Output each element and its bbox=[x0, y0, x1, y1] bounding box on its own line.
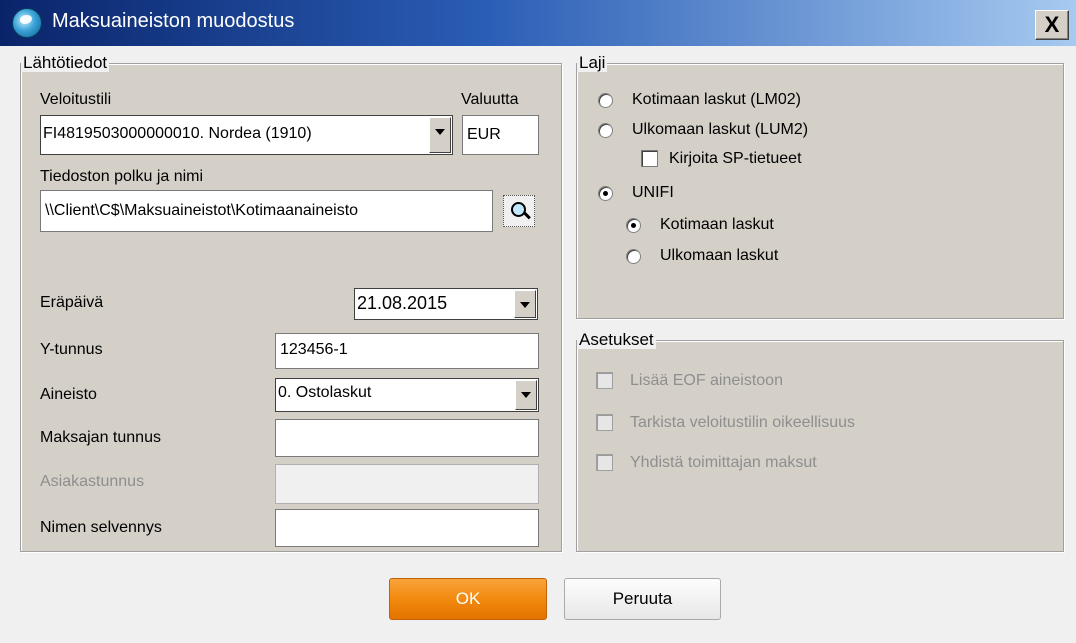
chevron-down-icon[interactable] bbox=[515, 380, 537, 410]
path-value: \\Client\C$\Maksuaineistot\Kotimaanainei… bbox=[45, 202, 359, 219]
ytunnus-field[interactable]: 123456-1 bbox=[275, 333, 539, 369]
close-button[interactable]: X bbox=[1035, 10, 1069, 40]
checkbox-yhdista bbox=[596, 454, 613, 471]
chevron-down-icon[interactable] bbox=[429, 117, 451, 153]
asiakas-label: Asiakastunnus bbox=[40, 473, 145, 490]
nimen-label: Nimen selvennys bbox=[40, 519, 162, 536]
erapaiva-label: Eräpäivä bbox=[40, 294, 104, 311]
erapaiva-picker[interactable]: 21.08.2015 bbox=[354, 288, 538, 320]
laji-title: Laji bbox=[577, 53, 608, 72]
path-label: Tiedoston polku ja nimi bbox=[40, 168, 204, 185]
label-kotimaan-lm02: Kotimaan laskut (LM02) bbox=[632, 91, 801, 108]
app-globe-icon bbox=[12, 8, 42, 38]
label-yhdista: Yhdistä toimittajan maksut bbox=[630, 454, 817, 471]
path-field[interactable]: \\Client\C$\Maksuaineistot\Kotimaanainei… bbox=[40, 190, 493, 232]
checkbox-tarkista bbox=[596, 414, 613, 431]
radio-kotimaan-lm02[interactable] bbox=[598, 93, 613, 108]
lahtotiedot-title: Lähtötiedot bbox=[21, 53, 110, 72]
asiakas-field bbox=[275, 464, 539, 504]
label-kirjoita-sp: Kirjoita SP-tietueet bbox=[669, 150, 802, 167]
valuutta-field[interactable]: EUR bbox=[462, 115, 539, 155]
asetukset-title: Asetukset bbox=[577, 330, 656, 349]
valuutta-value: EUR bbox=[467, 126, 501, 143]
maksajan-label: Maksajan tunnus bbox=[40, 429, 161, 446]
erapaiva-value: 21.08.2015 bbox=[357, 293, 448, 313]
aineisto-value: 0. Ostolaskut bbox=[278, 384, 372, 401]
veloitustili-value: FI4819503000000010. Nordea (1910) bbox=[43, 125, 312, 142]
ytunnus-value: 123456-1 bbox=[280, 341, 348, 358]
label-unifi-kotimaan: Kotimaan laskut bbox=[660, 216, 774, 233]
label-eof: Lisää EOF aineistoon bbox=[630, 372, 783, 389]
label-unifi-ulkomaan: Ulkomaan laskut bbox=[660, 247, 779, 264]
ok-button[interactable]: OK bbox=[389, 578, 547, 620]
radio-unifi[interactable] bbox=[598, 186, 613, 201]
label-ulkomaan-lum2: Ulkomaan laskut (LUM2) bbox=[632, 121, 809, 138]
window-title: Maksuaineiston muodostus bbox=[52, 10, 295, 32]
checkbox-eof bbox=[596, 372, 613, 389]
veloitustili-select[interactable]: FI4819503000000010. Nordea (1910) bbox=[40, 115, 453, 155]
aineisto-select[interactable]: 0. Ostolaskut bbox=[275, 378, 539, 412]
radio-ulkomaan-lum2[interactable] bbox=[598, 123, 613, 138]
ytunnus-label: Y-tunnus bbox=[40, 341, 103, 358]
title-bar[interactable]: Maksuaineiston muodostus X bbox=[0, 0, 1076, 46]
chevron-down-icon[interactable] bbox=[514, 290, 536, 318]
checkbox-kirjoita-sp[interactable] bbox=[641, 150, 658, 167]
radio-unifi-ulkomaan[interactable] bbox=[626, 249, 641, 264]
veloitustili-label: Veloitustili bbox=[40, 91, 112, 108]
label-unifi: UNIFI bbox=[632, 184, 674, 201]
radio-unifi-kotimaan[interactable] bbox=[626, 218, 641, 233]
nimen-field[interactable] bbox=[275, 509, 539, 547]
cancel-button[interactable]: Peruuta bbox=[564, 578, 721, 620]
browse-button[interactable] bbox=[503, 195, 535, 227]
label-tarkista: Tarkista veloitustilin oikeellisuus bbox=[630, 414, 855, 431]
aineisto-label: Aineisto bbox=[40, 386, 97, 403]
valuutta-label: Valuutta bbox=[461, 91, 519, 108]
maksajan-field[interactable] bbox=[275, 419, 539, 457]
